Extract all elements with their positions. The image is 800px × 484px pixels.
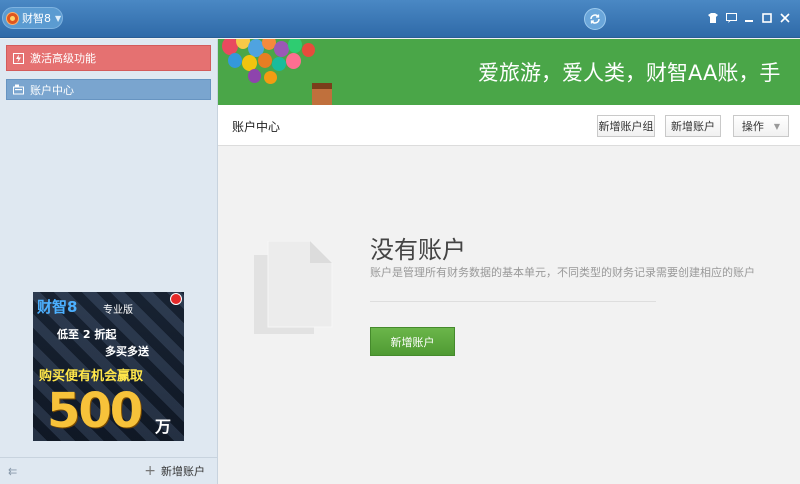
minimize-button[interactable] <box>742 11 756 25</box>
add-account-group-button[interactable]: 新增账户组 <box>597 115 655 137</box>
banner-slogan: 爱旅游，爱人类，财智AA账，手 <box>478 61 781 85</box>
add-account-label: 新增账户 <box>671 120 715 133</box>
add-account-group-label: 新增账户组 <box>598 120 654 133</box>
ad-prize-text: 购买便有机会赢取 <box>39 369 144 384</box>
collapse-icon[interactable]: ⇇ <box>8 465 17 478</box>
account-icon <box>13 84 24 95</box>
message-button[interactable] <box>724 11 738 25</box>
add-account-primary-label: 新增账户 <box>390 335 435 349</box>
ad-unit: 万 <box>155 417 172 436</box>
divider <box>370 301 656 302</box>
title-bar: 财智8 ▼ <box>0 0 800 38</box>
sync-icon <box>590 14 600 24</box>
toolbar: 账户中心 新增账户组 新增账户 操作 ▼ <box>218 105 800 146</box>
message-icon <box>725 13 737 23</box>
operations-label: 操作 <box>741 120 764 133</box>
window-controls <box>706 11 792 25</box>
ad-close-icon[interactable] <box>170 293 182 305</box>
sidebar-footer: ⇇ + 新增账户 <box>0 457 217 484</box>
caret-down-icon: ▼ <box>55 13 62 23</box>
activate-advanced-label: 激活高级功能 <box>30 52 96 65</box>
ad-amount: 500 <box>47 383 143 439</box>
ad-brand: 财智8 <box>37 298 78 316</box>
sidebar-item-account-center[interactable]: 账户中心 <box>6 79 211 100</box>
skin-icon <box>708 13 718 23</box>
empty-state-title: 没有账户 <box>370 236 466 264</box>
plus-icon: + <box>144 463 156 479</box>
app-logo-icon <box>6 11 19 25</box>
footer-add-account-button[interactable]: + 新增账户 <box>144 463 205 479</box>
minimize-icon <box>745 20 753 22</box>
balloons-illustration <box>218 39 348 105</box>
chevron-down-icon: ▼ <box>773 121 781 131</box>
close-icon <box>780 13 790 23</box>
add-account-button[interactable]: 新增账户 <box>665 115 721 137</box>
promo-ad[interactable]: 财智8 专业版 低至 2 折起 多买多送 购买便有机会赢取 500 万 <box>33 292 184 441</box>
promo-banner[interactable]: 爱旅游，爱人类，财智AA账，手 <box>218 39 800 105</box>
activate-advanced-button[interactable]: 激活高级功能 <box>6 45 211 71</box>
sidebar-item-label: 账户中心 <box>30 83 74 97</box>
maximize-icon <box>762 13 772 23</box>
main-content: 没有账户 账户是管理所有财务数据的基本单元，不同类型的财务记录需要创建相应的账户… <box>218 146 800 484</box>
ad-bonus: 多买多送 <box>105 345 149 358</box>
empty-state-description: 账户是管理所有财务数据的基本单元，不同类型的财务记录需要创建相应的账户 <box>370 266 755 279</box>
operations-dropdown[interactable]: 操作 ▼ <box>733 115 789 137</box>
close-button[interactable] <box>778 11 792 25</box>
skin-button[interactable] <box>706 11 720 25</box>
ad-discount: 低至 2 折起 <box>57 328 117 341</box>
footer-add-account-label: 新增账户 <box>161 465 205 478</box>
app-menu-button[interactable]: 财智8 ▼ <box>2 7 63 29</box>
lightning-icon <box>13 52 24 64</box>
sync-button[interactable] <box>584 8 606 30</box>
app-name: 财智8 <box>22 12 51 25</box>
maximize-button[interactable] <box>760 11 774 25</box>
document-icon <box>254 241 333 334</box>
add-account-primary-button[interactable]: 新增账户 <box>370 327 455 356</box>
page-title: 账户中心 <box>232 120 281 134</box>
ad-edition: 专业版 <box>103 305 133 316</box>
sidebar: 激活高级功能 账户中心 财智8 专业版 低至 2 折起 多买多送 购买便有机会赢… <box>0 39 218 484</box>
